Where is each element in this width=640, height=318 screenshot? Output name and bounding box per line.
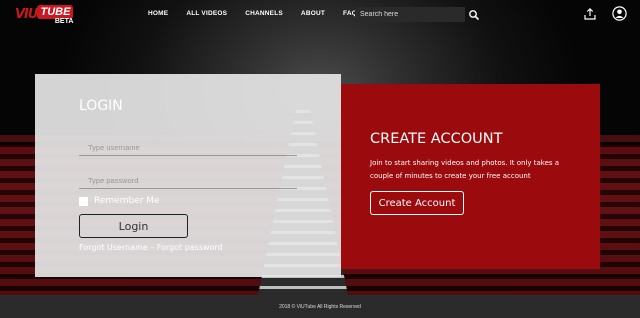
top-header: VIU TUBE BETA HOME ALL VIDEOS CHANNELS A… (0, 0, 640, 30)
forgot-password-link[interactable]: Forgot password (157, 243, 223, 252)
create-account-title: CREATE ACCOUNT (370, 131, 503, 147)
remember-me-checkbox[interactable]: Remember Me (79, 196, 160, 206)
page-footer: 2018 © ViUTube All Rights Reserved (0, 295, 640, 318)
logo-beta-badge: BETA (54, 18, 74, 25)
user-account-icon[interactable] (612, 6, 627, 21)
site-logo[interactable]: VIU TUBE BETA (15, 5, 74, 27)
create-account-button[interactable]: Create Account (370, 191, 464, 215)
logo-tube-wrap: TUBE BETA (37, 5, 74, 26)
search-icon[interactable] (468, 8, 480, 20)
login-button[interactable]: Login (79, 214, 188, 238)
main-nav: HOME ALL VIDEOS CHANNELS ABOUT FAQ (148, 10, 375, 17)
nav-item-channels[interactable]: CHANNELS (245, 10, 283, 17)
logo-tube: TUBE (37, 5, 74, 19)
forgot-separator: - (150, 243, 154, 252)
upload-icon[interactable] (583, 7, 597, 21)
username-field[interactable] (79, 139, 297, 156)
nav-item-about[interactable]: ABOUT (301, 10, 325, 17)
search-input[interactable] (355, 7, 465, 22)
forgot-username-link[interactable]: Forgot Username (79, 243, 148, 252)
logo-prefix: VIU (15, 7, 38, 22)
create-account-panel: CREATE ACCOUNT Join to start sharing vid… (341, 84, 600, 269)
nav-item-home[interactable]: HOME (148, 10, 168, 17)
remember-me-box[interactable] (79, 196, 88, 206)
copyright-text: 2018 © ViUTube All Rights Reserved (279, 303, 361, 310)
login-title: LOGIN (79, 98, 123, 114)
password-field[interactable] (79, 172, 297, 189)
forgot-links: Forgot Username - Forgot password (79, 243, 223, 252)
remember-me-label: Remember Me (94, 196, 160, 206)
login-panel: LOGIN Remember Me Login Forgot Username … (35, 74, 341, 277)
create-account-description: Join to start sharing videos and photos.… (370, 159, 560, 180)
nav-item-all-videos[interactable]: ALL VIDEOS (186, 10, 227, 17)
